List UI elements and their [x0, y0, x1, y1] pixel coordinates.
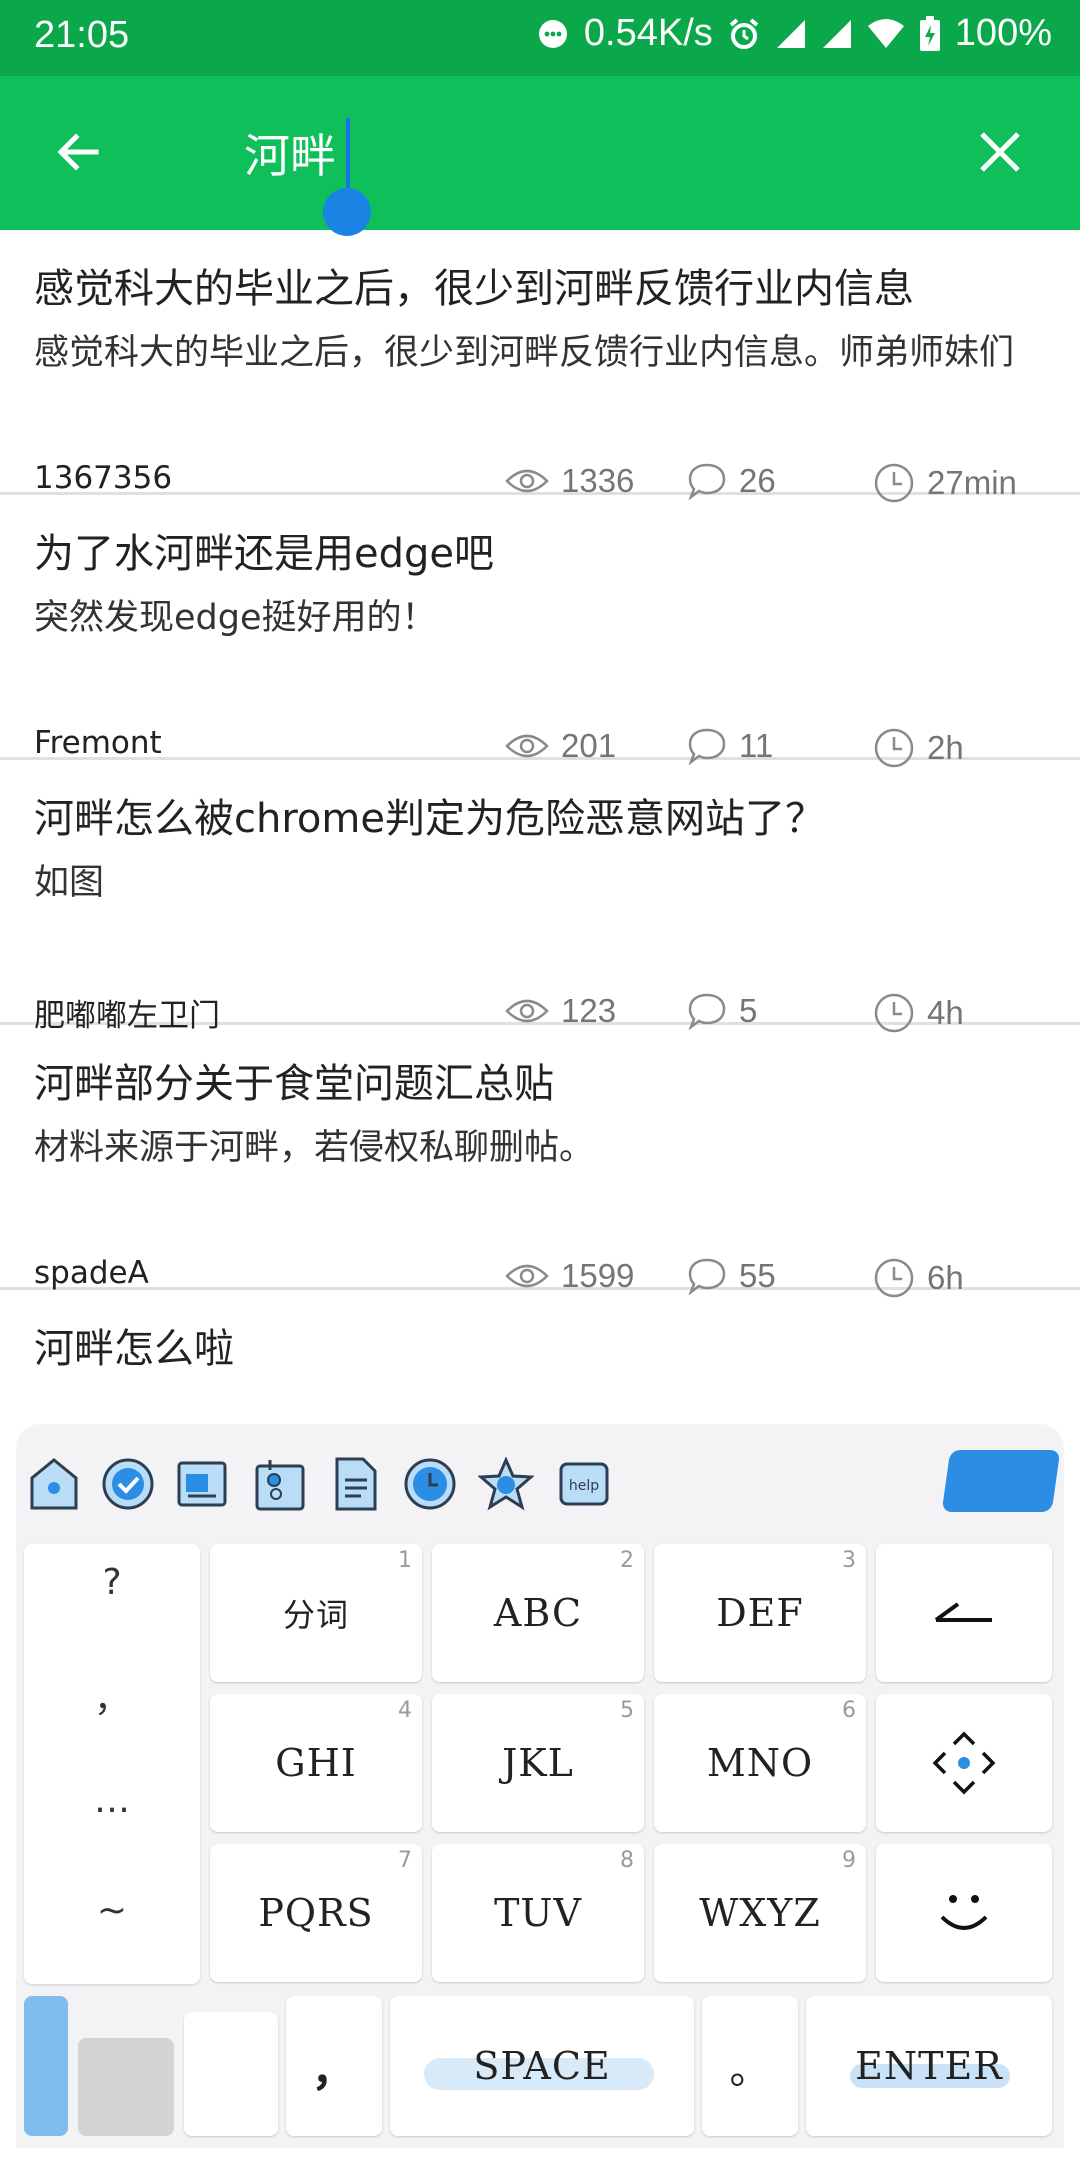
symbol-tilde[interactable]: ~: [24, 1890, 200, 1931]
comma-key[interactable]: ，: [286, 1996, 382, 2136]
backspace-icon: [876, 1544, 1052, 1682]
cursor-handle[interactable]: [323, 188, 371, 236]
document-icon[interactable]: [328, 1456, 384, 1512]
search-results-list: 感觉科大的毕业之后，很少到河畔反馈行业内信息 感觉科大的毕业之后，很少到河畔反馈…: [0, 230, 1080, 1400]
list-item[interactable]: 河畔怎么啦: [0, 1290, 1080, 1400]
key-abc[interactable]: 2 ABC: [432, 1544, 644, 1682]
key-mno[interactable]: 6 MNO: [654, 1694, 866, 1832]
battery-icon: [919, 15, 941, 52]
period-key[interactable]: 。: [702, 1996, 798, 2136]
key-label: JKL: [502, 1741, 574, 1785]
key-label: SPACE: [473, 2044, 611, 2088]
key-def[interactable]: 3 DEF: [654, 1544, 866, 1682]
numbers-key[interactable]: [184, 2012, 278, 2136]
post-summary: 材料来源于河畔，若侵权私聊删帖。: [34, 1128, 595, 1168]
clear-search-button[interactable]: [960, 114, 1040, 194]
network-speed: 0.54K/s: [583, 12, 713, 54]
symbol-comma[interactable]: ，: [24, 1670, 200, 1722]
post-author: 1367356: [34, 460, 173, 496]
keyboard-icon[interactable]: [174, 1456, 230, 1512]
symbol-question[interactable]: ?: [24, 1562, 200, 1603]
key-label: 。: [729, 2047, 771, 2093]
key-label: MNO: [706, 1741, 814, 1785]
key-label: DEF: [716, 1591, 804, 1635]
post-summary: 如图: [34, 863, 105, 903]
switch-language-key[interactable]: [78, 2038, 174, 2136]
key-label: PQRS: [258, 1891, 374, 1935]
status-bar: 21:05 0.54K/s 100%: [0, 0, 1080, 76]
post-author: Fremont: [34, 725, 162, 761]
key-label: ABC: [493, 1591, 583, 1635]
arrow-left-icon: [54, 128, 102, 180]
keyboard-collapse-button[interactable]: [941, 1450, 1061, 1512]
key-pqrs[interactable]: 7 PQRS: [210, 1844, 422, 1982]
key-label: ENTER: [855, 2044, 1003, 2088]
key-label: ，: [311, 2045, 357, 2096]
signal-icon: [821, 18, 853, 50]
key-label: TUV: [494, 1891, 582, 1935]
key-label: GHI: [275, 1741, 357, 1785]
signal-icon: [775, 18, 807, 50]
eye-icon: [505, 467, 549, 495]
emoji-key[interactable]: [876, 1844, 1052, 1982]
check-icon[interactable]: [100, 1456, 156, 1512]
keyboard-mode-indicator[interactable]: [24, 1996, 68, 2136]
key-jkl[interactable]: 5 JKL: [432, 1694, 644, 1832]
cursor-move-icon: [876, 1694, 1052, 1832]
eye-icon: [505, 1262, 549, 1290]
post-title: 感觉科大的毕业之后，很少到河畔反馈行业内信息: [34, 266, 914, 312]
back-button[interactable]: [38, 114, 118, 194]
eye-icon: [505, 997, 549, 1025]
post-title: 为了水河畔还是用edge吧: [34, 531, 494, 577]
clock-icon[interactable]: [402, 1456, 458, 1512]
home-icon[interactable]: [26, 1456, 82, 1512]
help-icon[interactable]: help: [556, 1456, 612, 1512]
keyboard-toolbar: help: [16, 1424, 1064, 1540]
backspace-key[interactable]: [876, 1544, 1052, 1682]
status-time: 21:05: [34, 14, 130, 56]
help-label: help: [569, 1478, 599, 1494]
symbol-column[interactable]: ? ， … ~: [24, 1544, 200, 1984]
post-summary: 感觉科大的毕业之后，很少到河畔反馈行业内信息。师弟师妹们: [34, 333, 1015, 373]
list-item[interactable]: 为了水河畔还是用edge吧 突然发现edge挺好用的！ Fremont 201 …: [0, 495, 1080, 768]
post-summary: 突然发现edge挺好用的！: [34, 598, 437, 638]
post-title: 河畔部分关于食堂问题汇总贴: [34, 1061, 554, 1107]
key-label: 分词: [282, 1596, 349, 1634]
status-icons: 0.54K/s 100%: [536, 12, 1052, 55]
key-fenci[interactable]: 1 分词: [210, 1544, 422, 1682]
search-bar: [0, 76, 1080, 236]
list-item[interactable]: 感觉科大的毕业之后，很少到河畔反馈行业内信息 感觉科大的毕业之后，很少到河畔反馈…: [0, 230, 1080, 503]
symbol-ellipsis[interactable]: …: [24, 1780, 200, 1821]
list-item[interactable]: 河畔部分关于食堂问题汇总贴 材料来源于河畔，若侵权私聊删帖。 spadeA 15…: [0, 1025, 1080, 1298]
post-author: spadeA: [34, 1255, 149, 1291]
key-label: WXYZ: [699, 1891, 821, 1935]
star-icon[interactable]: [478, 1456, 534, 1512]
eye-icon: [505, 732, 549, 760]
battery-level: 100%: [954, 12, 1052, 54]
clipboard-icon[interactable]: [252, 1456, 308, 1512]
post-title: 河畔怎么啦: [34, 1326, 234, 1372]
alarm-icon: [727, 17, 761, 51]
smile-icon: [876, 1844, 1052, 1982]
wifi-icon: [867, 18, 905, 50]
post-title: 河畔怎么被chrome判定为危险恶意网站了？: [34, 796, 825, 842]
space-key[interactable]: SPACE: [390, 1996, 694, 2136]
chat-bubble-icon: [536, 17, 570, 51]
list-item[interactable]: 河畔怎么被chrome判定为危险恶意网站了？ 如图 肥嘟嘟左卫门 123 5 4…: [0, 760, 1080, 1034]
key-ghi[interactable]: 4 GHI: [210, 1694, 422, 1832]
close-icon: [978, 130, 1022, 178]
key-wxyz[interactable]: 9 WXYZ: [654, 1844, 866, 1982]
cursor-move-key[interactable]: [876, 1694, 1052, 1832]
key-tuv[interactable]: 8 TUV: [432, 1844, 644, 1982]
enter-key[interactable]: ENTER: [806, 1996, 1052, 2136]
soft-keyboard: help ? ， … ~ 1 分词 2 ABC 3 DEF 4 GHI 5 JK…: [16, 1424, 1064, 2148]
